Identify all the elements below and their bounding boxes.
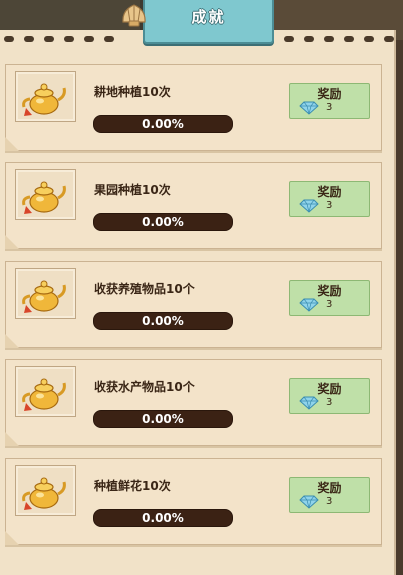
page-title: 成就: [191, 8, 226, 26]
paper-fold: [5, 235, 19, 249]
reward-amount: 3: [326, 397, 333, 408]
achievement-thumbnail: [15, 366, 76, 417]
achievement-thumbnail: [15, 71, 76, 122]
progress-bar: 0.00%: [93, 509, 233, 527]
reward-button[interactable]: 奖励 3: [289, 280, 370, 316]
achievement-name: 果园种植10次: [94, 183, 171, 197]
progress-bar: 0.00%: [93, 312, 233, 330]
diamond-icon: [299, 199, 319, 213]
diamond-icon: [299, 101, 319, 115]
reward-button[interactable]: 奖励 3: [289, 378, 370, 414]
achievement-thumbnail: [15, 268, 76, 319]
reward-amount: 3: [326, 102, 333, 113]
achievement-name: 收获水产物品10个: [94, 380, 195, 394]
progress-bar: 0.00%: [93, 115, 233, 133]
reward-label: 奖励: [317, 284, 342, 298]
reward-label: 奖励: [317, 481, 342, 495]
reward-button[interactable]: 奖励 3: [289, 181, 370, 217]
paper-fold: [5, 334, 19, 348]
achievement-card: 收获水产物品10个 0.00% 奖励 3: [5, 359, 382, 446]
achievement-name: 种植鲜花10次: [94, 479, 171, 493]
diamond-icon: [299, 298, 319, 312]
title-tab: 成就: [143, 0, 274, 44]
reward-amount: 3: [326, 496, 333, 507]
golden-teapot-icon: [22, 378, 66, 411]
paper-fold: [5, 531, 19, 545]
golden-teapot-icon: [22, 477, 66, 510]
achievement-thumbnail: [15, 465, 76, 516]
golden-teapot-icon: [22, 181, 66, 214]
progress-text: 0.00%: [142, 511, 184, 525]
paper-fold: [5, 432, 19, 446]
progress-text: 0.00%: [142, 117, 184, 131]
achievement-card: 耕地种植10次 0.00% 奖励 3: [5, 64, 382, 151]
reward-label: 奖励: [317, 185, 342, 199]
progress-text: 0.00%: [142, 314, 184, 328]
reward-label: 奖励: [317, 382, 342, 396]
reward-label: 奖励: [317, 87, 342, 101]
paper-fold: [5, 137, 19, 151]
reward-amount: 3: [326, 299, 333, 310]
achievement-card: 收获养殖物品10个 0.00% 奖励 3: [5, 261, 382, 348]
golden-teapot-icon: [22, 280, 66, 313]
progress-text: 0.00%: [142, 412, 184, 426]
achievement-name: 耕地种植10次: [94, 85, 171, 99]
achievement-name: 收获养殖物品10个: [94, 282, 195, 296]
progress-bar: 0.00%: [93, 410, 233, 428]
diamond-icon: [299, 495, 319, 509]
achievement-card: 种植鲜花10次 0.00% 奖励 3: [5, 458, 382, 545]
achievement-card: 果园种植10次 0.00% 奖励 3: [5, 162, 382, 249]
progress-bar: 0.00%: [93, 213, 233, 231]
reward-amount: 3: [326, 200, 333, 211]
golden-teapot-icon: [22, 83, 66, 116]
reward-button[interactable]: 奖励 3: [289, 477, 370, 513]
achievement-thumbnail: [15, 169, 76, 220]
reward-button[interactable]: 奖励 3: [289, 83, 370, 119]
progress-text: 0.00%: [142, 215, 184, 229]
diamond-icon: [299, 396, 319, 410]
shell-icon: [122, 4, 146, 27]
